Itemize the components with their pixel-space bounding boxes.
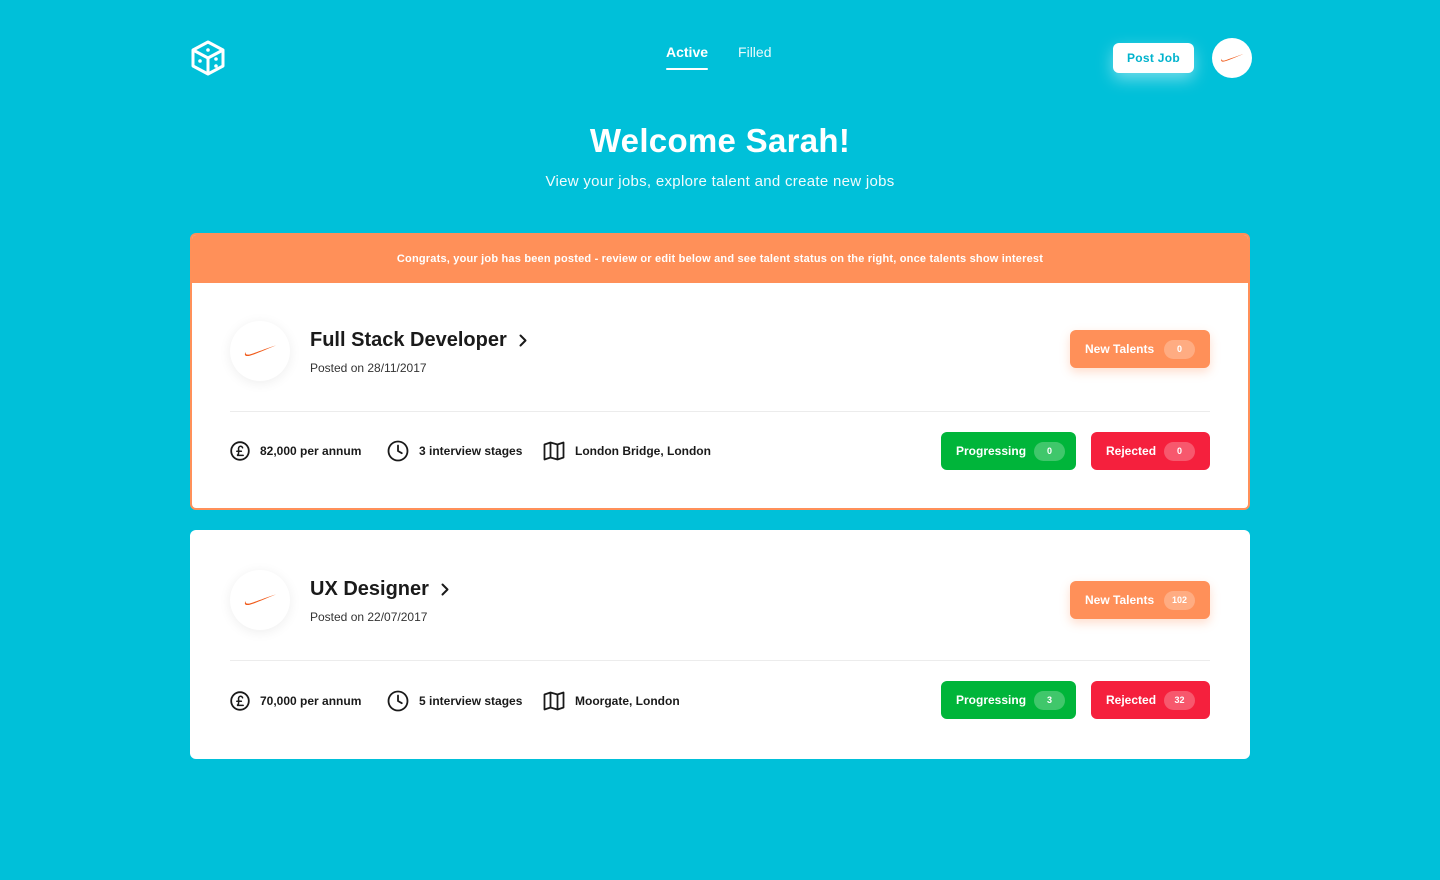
salary-text: 70,000 per annum bbox=[260, 694, 362, 708]
main-nav: Active Filled bbox=[666, 44, 772, 70]
logo[interactable] bbox=[190, 40, 226, 76]
company-logo bbox=[230, 570, 290, 630]
progressing-count: 0 bbox=[1034, 441, 1066, 461]
location-text: London Bridge, London bbox=[575, 444, 711, 458]
job-card: Congrats, your job has been posted - rev… bbox=[190, 233, 1250, 510]
new-talents-button[interactable]: New Talents 102 bbox=[1070, 581, 1210, 619]
tab-active[interactable]: Active bbox=[666, 44, 709, 70]
clock-icon bbox=[387, 690, 409, 712]
new-talents-label: New Talents bbox=[1085, 593, 1155, 607]
swoosh-icon bbox=[244, 594, 277, 606]
rejected-label: Rejected bbox=[1106, 444, 1157, 458]
avatar[interactable] bbox=[1212, 38, 1252, 78]
new-talents-button[interactable]: New Talents 0 bbox=[1070, 330, 1210, 368]
chevron-right-icon bbox=[519, 334, 527, 347]
new-talents-count: 0 bbox=[1164, 339, 1195, 359]
job-title-link[interactable]: Full Stack Developer bbox=[310, 329, 527, 352]
swoosh-icon bbox=[244, 345, 277, 357]
job-posted-date: Posted on 22/07/2017 bbox=[310, 610, 428, 624]
stages-text: 5 interview stages bbox=[419, 694, 523, 708]
progressing-button[interactable]: Progressing 3 bbox=[941, 681, 1076, 719]
progressing-label: Progressing bbox=[956, 444, 1027, 458]
job-card: UX Designer Posted on 22/07/2017 New Tal… bbox=[190, 530, 1250, 759]
cube-icon bbox=[191, 40, 225, 76]
rejected-button[interactable]: Rejected 32 bbox=[1091, 681, 1210, 719]
location-meta: Moorgate, London bbox=[543, 690, 680, 712]
job-title: Full Stack Developer bbox=[310, 329, 507, 351]
page-title: Welcome Sarah! bbox=[589, 122, 851, 159]
progressing-button[interactable]: Progressing 0 bbox=[941, 432, 1076, 470]
location-meta: London Bridge, London bbox=[543, 440, 711, 462]
pound-icon bbox=[230, 441, 250, 461]
rejected-label: Rejected bbox=[1106, 693, 1157, 707]
stages-meta: 3 interview stages bbox=[387, 440, 522, 462]
progressing-label: Progressing bbox=[956, 693, 1027, 707]
page-subtitle: View your jobs, explore talent and creat… bbox=[545, 173, 895, 190]
stages-text: 3 interview stages bbox=[419, 444, 523, 458]
tab-filled[interactable]: Filled bbox=[738, 44, 771, 70]
salary-meta: 82,000 per annum bbox=[230, 440, 361, 462]
posted-banner: Congrats, your job has been posted - rev… bbox=[192, 235, 1248, 283]
salary-meta: 70,000 per annum bbox=[230, 690, 361, 712]
chevron-right-icon bbox=[441, 583, 449, 596]
post-job-button[interactable]: Post Job bbox=[1113, 43, 1194, 73]
map-icon bbox=[543, 691, 565, 711]
location-text: Moorgate, London bbox=[575, 694, 680, 708]
map-icon bbox=[543, 441, 565, 461]
new-talents-label: New Talents bbox=[1085, 342, 1155, 356]
rejected-count: 0 bbox=[1164, 441, 1196, 461]
company-logo bbox=[230, 321, 290, 381]
new-talents-count: 102 bbox=[1164, 590, 1195, 610]
clock-icon bbox=[387, 440, 409, 462]
job-title-link[interactable]: UX Designer bbox=[310, 578, 449, 601]
rejected-button[interactable]: Rejected 0 bbox=[1091, 432, 1210, 470]
rejected-count: 32 bbox=[1164, 690, 1196, 710]
progressing-count: 3 bbox=[1034, 690, 1066, 710]
stages-meta: 5 interview stages bbox=[387, 690, 522, 712]
swoosh-icon bbox=[1221, 54, 1244, 62]
salary-text: 82,000 per annum bbox=[260, 444, 362, 458]
job-title: UX Designer bbox=[310, 578, 429, 600]
pound-icon bbox=[230, 691, 250, 711]
job-posted-date: Posted on 28/11/2017 bbox=[310, 361, 427, 375]
